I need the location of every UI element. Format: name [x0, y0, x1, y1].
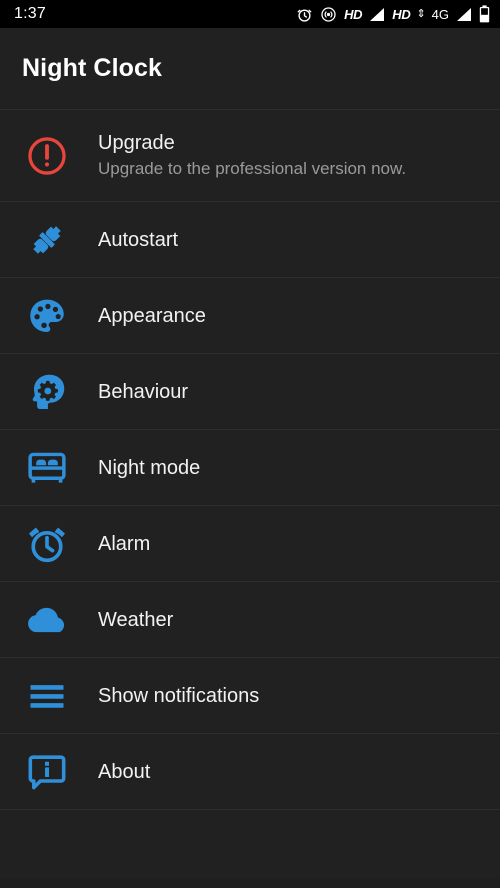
list-item-autostart[interactable]: Autostart: [0, 202, 500, 278]
page-background: [0, 878, 500, 888]
list-lines-icon: [18, 674, 76, 718]
hotspot-icon: [320, 6, 337, 23]
error-circle-icon: [18, 134, 76, 178]
list-item-text: Upgrade Upgrade to the professional vers…: [76, 131, 406, 181]
list-item-alarm[interactable]: Alarm: [0, 506, 500, 582]
list-bottom-filler: [0, 810, 500, 878]
list-item-show-notifications[interactable]: Show notifications: [0, 658, 500, 734]
list-item-text: Show notifications: [76, 684, 259, 708]
battery-icon: [479, 5, 490, 23]
list-item-label: Alarm: [98, 532, 151, 555]
list-item-label: Upgrade: [98, 131, 175, 154]
list-item-label: Night mode: [98, 456, 201, 479]
status-bar: 1:37 HD HD ⇕ 4G: [0, 0, 500, 28]
list-item-appearance[interactable]: Appearance: [0, 278, 500, 354]
power-plug-icon: [18, 218, 76, 262]
cloud-icon: [18, 598, 76, 642]
list-item-subtitle: Upgrade to the professional version now.: [98, 158, 407, 178]
network-type-label: 4G: [431, 6, 449, 22]
list-item-text: Alarm: [76, 532, 150, 556]
status-bar-clock: 1:37: [14, 5, 46, 22]
app-bar: Night Clock: [0, 28, 500, 110]
status-bar-icons: HD HD ⇕ 4G: [296, 5, 490, 23]
list-item-behaviour[interactable]: Behaviour: [0, 354, 500, 430]
head-gear-icon: [18, 370, 76, 414]
list-item-text: About: [76, 760, 150, 784]
list-item-about[interactable]: About: [0, 734, 500, 810]
info-bubble-icon: [18, 750, 76, 794]
page-title: Night Clock: [22, 54, 162, 82]
list-item-text: Autostart: [76, 228, 178, 252]
list-item-night-mode[interactable]: Night mode: [0, 430, 500, 506]
alarm-clock-icon: [296, 6, 313, 23]
list-item-label: Show notifications: [98, 684, 260, 707]
signal-bars-icon-1: [369, 7, 385, 22]
bed-icon: [18, 446, 76, 490]
list-item-label: Behaviour: [98, 380, 189, 403]
palette-icon: [18, 294, 76, 338]
alarm-clock-icon: [18, 522, 76, 566]
data-transfer-icon: ⇕: [416, 7, 426, 20]
hd-voice-icon-2: HD: [392, 6, 411, 22]
list-item-text: Appearance: [76, 304, 206, 328]
list-item-text: Night mode: [76, 456, 200, 480]
list-item-text: Behaviour: [76, 380, 188, 404]
list-item-label: About: [98, 760, 151, 783]
list-item-upgrade[interactable]: Upgrade Upgrade to the professional vers…: [0, 110, 500, 202]
hd-voice-icon: HD: [344, 6, 363, 22]
list-item-label: Appearance: [98, 304, 206, 327]
signal-bars-icon-2: [456, 7, 472, 22]
list-item-text: Weather: [76, 608, 173, 632]
settings-list: Upgrade Upgrade to the professional vers…: [0, 110, 500, 878]
list-item-label: Autostart: [98, 228, 179, 251]
list-item-label: Weather: [98, 608, 174, 631]
list-item-weather[interactable]: Weather: [0, 582, 500, 658]
